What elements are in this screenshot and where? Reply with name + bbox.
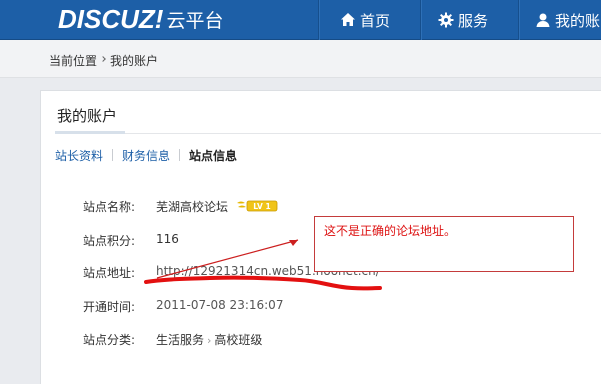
nav-item-my-account[interactable]: 我的账 <box>535 0 600 40</box>
level-badge-graphic: LV 1 <box>236 200 278 212</box>
logo-sub-text: 云平台 <box>166 9 224 32</box>
tab-owner-profile[interactable]: 站长资料 <box>55 147 103 164</box>
nav-divider <box>318 0 319 40</box>
tab-divider <box>112 149 114 161</box>
nav-divider <box>420 0 421 40</box>
nav-home-label: 首页 <box>360 11 391 30</box>
account-tabs: 站长资料 财务信息 站点信息 <box>55 147 237 163</box>
nav-item-home[interactable]: 首页 <box>340 0 390 40</box>
page-title: 我的账户 <box>57 107 118 125</box>
nav-item-service[interactable]: 服务 <box>438 0 488 40</box>
annotation-text: 这不是正确的论坛地址。 <box>324 224 457 238</box>
site-points-value: 116 <box>156 232 179 246</box>
site-name-value: 芜湖高校论坛 LV 1 <box>156 198 278 216</box>
home-icon <box>340 12 356 28</box>
logo-main-text: DISCUZ! <box>58 3 164 34</box>
user-icon <box>535 12 551 28</box>
site-category-label: 站点分类: <box>83 333 136 347</box>
gear-icon <box>438 12 454 28</box>
category-sub: 高校班级 <box>214 333 263 347</box>
tab-site-info[interactable]: 站点信息 <box>189 147 237 164</box>
chevron-right-icon <box>100 56 106 62</box>
level-badge-text: LV 1 <box>253 202 270 211</box>
opened-time-label: 开通时间: <box>83 300 136 314</box>
top-bar: DISCUZ! 云平台 首页 服务 我的账 <box>0 0 601 40</box>
site-category-value: 生活服务 › 高校班级 <box>156 331 262 348</box>
opened-time-value: 2011-07-08 23:16:07 <box>156 298 284 312</box>
breadcrumb-prefix: 当前位置 <box>49 54 98 68</box>
annotation-callout: 这不是正确的论坛地址。 <box>314 216 574 272</box>
title-underline <box>55 131 125 134</box>
tab-divider <box>179 149 181 161</box>
tab-finance-info[interactable]: 财务信息 <box>122 147 170 164</box>
nav-account-label: 我的账 <box>555 11 601 30</box>
breadcrumb: 当前位置 我的账户 <box>0 40 601 78</box>
breadcrumb-current[interactable]: 我的账户 <box>110 52 158 69</box>
site-url-label: 站点地址: <box>83 266 136 280</box>
nav-service-label: 服务 <box>458 11 489 30</box>
level-badge: LV 1 <box>236 199 278 216</box>
chevron-right-icon: › <box>207 334 212 347</box>
category-main: 生活服务 <box>156 333 205 347</box>
site-points-label: 站点积分: <box>83 234 136 248</box>
site-name-text: 芜湖高校论坛 <box>156 200 229 214</box>
site-name-label: 站点名称: <box>83 200 136 214</box>
discuz-cloud-logo[interactable]: DISCUZ! 云平台 <box>58 3 224 34</box>
title-divider <box>55 133 601 134</box>
nav-divider <box>518 0 519 40</box>
